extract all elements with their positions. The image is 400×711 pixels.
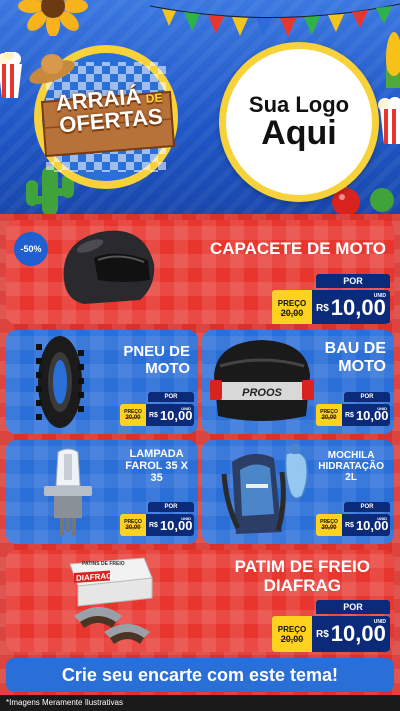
product-name-line3: 2L (345, 472, 357, 483)
currency: R$ (149, 521, 158, 529)
currency: R$ (316, 628, 329, 640)
price-por-label: POR (344, 392, 390, 402)
currency: R$ (345, 411, 354, 419)
product-name-line1: PATIM DE FREIO (234, 557, 370, 576)
currency: R$ (345, 521, 354, 529)
product-name: PATIM DE FREIO DIAFRAG (234, 557, 370, 595)
product-name: LAMPADA FAROL 35 X 35 (125, 448, 188, 484)
unit-label: UNID (377, 516, 387, 521)
product-name-line1: PNEU DE (123, 343, 190, 360)
currency: R$ (149, 411, 158, 419)
popcorn-icon (378, 97, 400, 144)
box-label: PATINS DE FREIO (82, 561, 125, 567)
product-name-line3: 35 (150, 472, 163, 485)
tire-image (36, 336, 84, 428)
product-card-pneu[interactable]: PNEU DE MOTO POR PREÇO 20,00 R$ 10,00 UN… (6, 330, 198, 434)
price-tag: POR PREÇO 20,00 R$ 10,00 UNID (316, 392, 390, 426)
unit-label: UNID (377, 406, 387, 411)
product-card-bau[interactable]: PROOS BAU DE MOTO POR PREÇO 20,00 R$ 10,… (202, 330, 394, 434)
bunting-flags (150, 3, 400, 37)
case-brand: PROOS (242, 387, 282, 399)
price-tag: POR PREÇO 20,00 R$ 10,00 UNID (272, 600, 390, 652)
product-name: BAU DE MOTO (325, 340, 386, 375)
product-name: MOCHILA HIDRATAÇÃO 2L (318, 450, 384, 483)
brake-shoe-image: DIAFRAG PATINS DE FREIO (69, 557, 153, 644)
currency: R$ (316, 302, 329, 314)
old-price: 20,00 (321, 415, 337, 421)
old-price: 20,00 (280, 307, 304, 318)
old-price: 20,00 (125, 525, 141, 531)
unit-label: UNID (373, 293, 386, 299)
product-card-capacete[interactable]: -50% CAPACETE DE MOTO POR PREÇO 20,00 R$… (6, 220, 394, 324)
product-name: PNEU DE MOTO (123, 343, 190, 377)
disclaimer: *Imagens Meramente Ilustrativas (0, 695, 400, 711)
old-price: 20,00 (125, 415, 141, 421)
product-card-mochila[interactable]: MOCHILA HIDRATAÇÃO 2L POR PREÇO 20,00 R$… (202, 440, 394, 544)
helmet-image (63, 230, 155, 304)
old-price: 20,00 (321, 525, 337, 531)
top-case-image: PROOS (210, 340, 314, 421)
logo-placeholder[interactable]: Sua Logo Aqui (219, 42, 379, 202)
product-name-line1: BAU DE (324, 340, 386, 357)
product-name-line1: MOCHILA (327, 450, 375, 461)
corn-icon (386, 32, 400, 88)
unit-label: UNID (181, 516, 191, 521)
price-tag: POR PREÇO 20,00 R$ 10,00 UNID (120, 502, 194, 536)
bulb-image (44, 448, 92, 536)
price-label: PREÇO (277, 624, 307, 634)
unit-label: UNID (181, 406, 191, 411)
product-name-line2: FAROL 35 X (125, 460, 188, 473)
header-banner: ARRAIÁ DE OFERTAS Sua Logo Aqui (0, 0, 400, 214)
product-name-line2: HIDRATAÇÃO (318, 461, 384, 472)
price-label: PREÇO (277, 298, 307, 308)
cta-banner[interactable]: Crie seu encarte com este tema! (6, 658, 394, 692)
product-name-line2: MOTO (145, 359, 190, 377)
price-por-label: POR (344, 502, 390, 512)
price-tag: POR PREÇO 20,00 R$ 10,00 UNID (120, 392, 194, 426)
price-por-label: POR (148, 502, 194, 512)
product-card-patim[interactable]: DIAFRAG PATINS DE FREIO PATIM DE FREIO D… (6, 550, 394, 652)
unit-label: UNID (373, 619, 386, 625)
logo-line2: Aqui (261, 113, 337, 152)
popcorn-icon (0, 52, 22, 98)
price-por-label: POR (316, 274, 390, 288)
backpack-image (221, 444, 309, 534)
price-tag: POR PREÇO 20,00 R$ 10,00 UNID (272, 274, 390, 324)
old-price: 20,00 (280, 633, 304, 644)
price-tag: POR PREÇO 20,00 R$ 10,00 UNID (316, 502, 390, 536)
product-name-line2: MOTO (338, 357, 386, 375)
logo-line1: Sua Logo (248, 91, 350, 117)
product-card-lampada[interactable]: LAMPADA FAROL 35 X 35 POR PREÇO 20,00 R$… (6, 440, 198, 544)
product-name: CAPACETE DE MOTO (210, 239, 386, 258)
discount-badge: -50% (14, 232, 48, 266)
price-por-label: POR (148, 392, 194, 402)
price-por-label: POR (316, 600, 390, 614)
sunflower-icon (18, 0, 88, 36)
product-name-line2: DIAFRAG (263, 575, 342, 595)
product-name-line1: LAMPADA (129, 448, 184, 460)
